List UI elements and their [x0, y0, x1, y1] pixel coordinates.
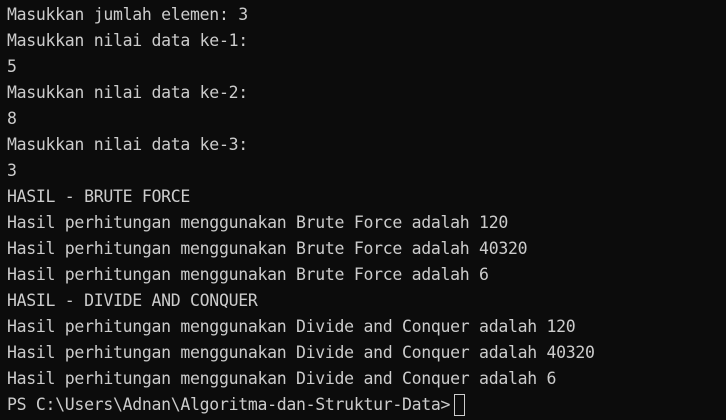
output-line: Hasil perhitungan menggunakan Brute Forc…	[7, 239, 528, 258]
output-line: Hasil perhitungan menggunakan Divide and…	[7, 343, 595, 362]
shell-prompt: PS C:\Users\Adnan\Algoritma-dan-Struktur…	[7, 395, 451, 414]
command-prompt-line[interactable]: PS C:\Users\Adnan\Algoritma-dan-Struktur…	[7, 392, 726, 418]
output-line: Hasil perhitungan menggunakan Brute Forc…	[7, 265, 489, 284]
output-line: 5	[7, 57, 17, 76]
output-line: 8	[7, 109, 17, 128]
output-line: 3	[7, 161, 17, 180]
section-header: HASIL - DIVIDE AND CONQUER	[7, 291, 258, 310]
output-line: Hasil perhitungan menggunakan Divide and…	[7, 369, 557, 388]
output-line: Masukkan nilai data ke-2:	[7, 83, 248, 102]
output-line: Hasil perhitungan menggunakan Divide and…	[7, 317, 576, 336]
output-line: Masukkan jumlah elemen: 3	[7, 5, 248, 24]
section-header: HASIL - BRUTE FORCE	[7, 187, 191, 206]
output-line: Hasil perhitungan menggunakan Brute Forc…	[7, 213, 508, 232]
terminal-window[interactable]: Masukkan jumlah elemen: 3 Masukkan nilai…	[0, 0, 726, 420]
output-line: Masukkan nilai data ke-3:	[7, 135, 248, 154]
text-cursor	[454, 394, 466, 416]
output-line: Masukkan nilai data ke-1:	[7, 31, 248, 50]
